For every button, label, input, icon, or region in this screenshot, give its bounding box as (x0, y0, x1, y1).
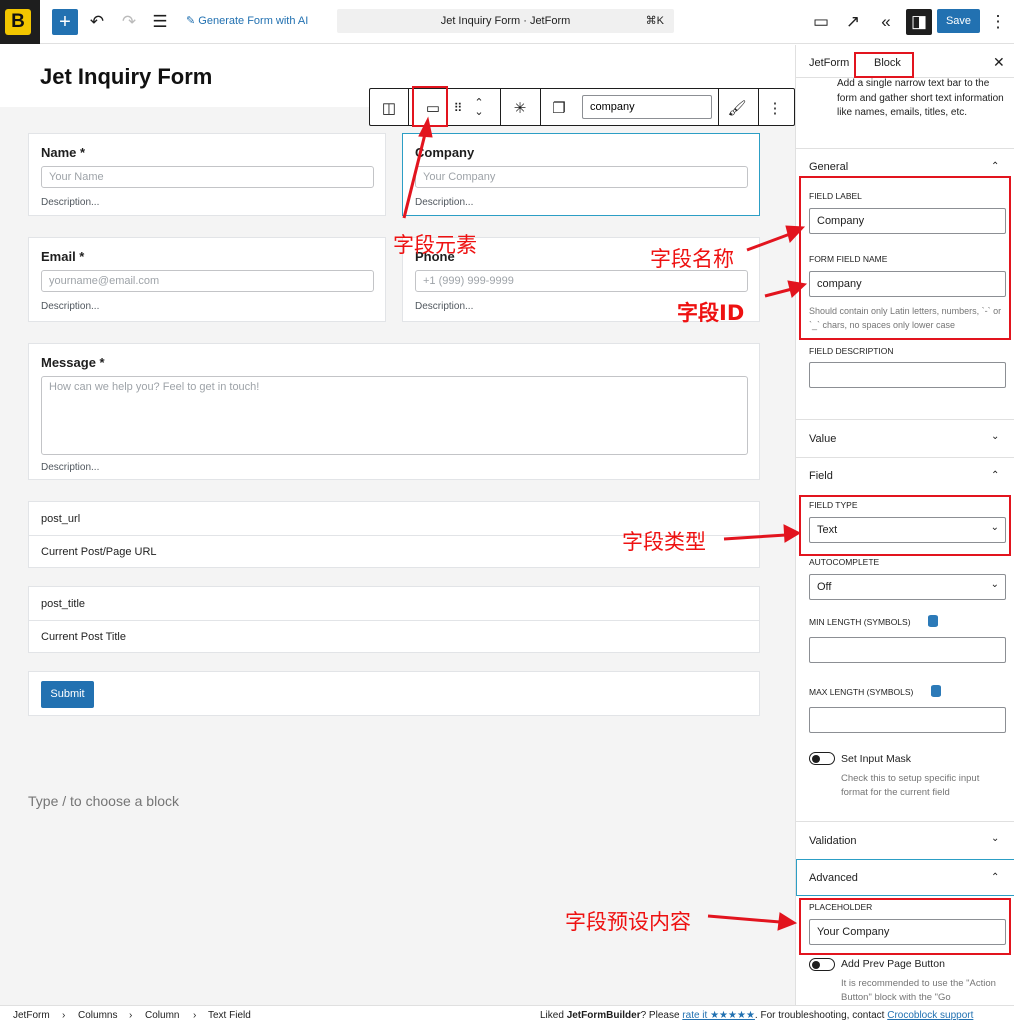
highlight-box-block-icon (412, 86, 448, 127)
annotation-placeholder: 字段预设内容 (565, 910, 691, 934)
annotation-field-element: 字段元素 (393, 233, 477, 257)
highlight-box-field-type (799, 495, 1011, 556)
arrow-line (402, 129, 428, 219)
highlight-box-block-tab (854, 52, 914, 78)
arrow-head (783, 524, 802, 543)
arrow-line (723, 533, 787, 541)
arrow-head (777, 912, 798, 931)
app: B + ↶ ↷ ☰ ✎ Generate Form with AI Jet In… (0, 0, 1014, 1024)
annotation-field-type: 字段类型 (622, 530, 706, 554)
arrow-line (746, 232, 791, 252)
highlight-box-general (799, 176, 1011, 340)
annotation-field-name: 字段名称 (650, 247, 734, 271)
arrow-line (764, 287, 793, 298)
arrow-line (707, 914, 781, 924)
annotation-field-id: 字段ID (677, 301, 745, 325)
highlight-box-placeholder (799, 898, 1011, 955)
